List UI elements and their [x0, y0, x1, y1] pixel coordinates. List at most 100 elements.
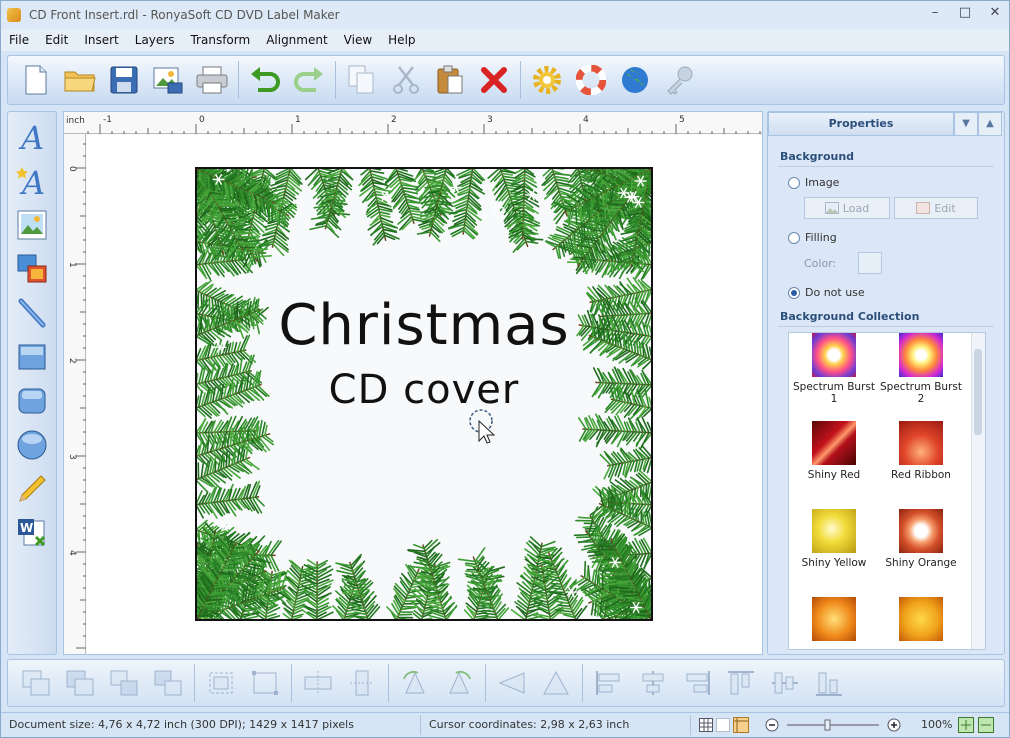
send-back-icon[interactable] — [149, 665, 187, 701]
document-size-status: Document size: 4,76 x 4,72 inch (300 DPI… — [1, 715, 421, 735]
tab-properties[interactable]: Properties — [768, 112, 954, 136]
paste-icon[interactable] — [430, 60, 470, 100]
undo-icon[interactable] — [245, 60, 285, 100]
radio-filling-row[interactable]: Filling — [788, 231, 837, 244]
key-icon[interactable] — [659, 60, 699, 100]
gallery-scrollbar[interactable] — [971, 333, 985, 649]
zoom-level: 100% — [921, 718, 953, 731]
cd-front-insert-artboard[interactable]: Christmas CD cover — [195, 167, 653, 621]
chevron-down-icon[interactable]: ▼ — [954, 112, 978, 136]
rotate-right-icon[interactable] — [440, 665, 478, 701]
delete-icon[interactable] — [474, 60, 514, 100]
flip-vertical-icon[interactable] — [343, 665, 381, 701]
gallery-scrollbar-thumb[interactable] — [974, 349, 982, 435]
group-icon[interactable] — [17, 665, 55, 701]
rotate-left-icon[interactable] — [396, 665, 434, 701]
menu-file[interactable]: File — [1, 33, 37, 47]
zoom-control — [757, 715, 917, 735]
background-thumb[interactable] — [791, 597, 877, 645]
ruler-label: 2 — [67, 358, 77, 364]
align-bottom-icon[interactable] — [810, 665, 848, 701]
image-tool-icon[interactable] — [14, 206, 50, 244]
rectangle-tool-icon[interactable] — [14, 338, 50, 376]
cd-cover-subtitle-text[interactable]: CD cover — [197, 367, 651, 413]
line-tool-icon[interactable] — [14, 294, 50, 332]
toolbar-separator — [194, 664, 195, 702]
artistic-text-tool-icon[interactable]: A — [14, 162, 50, 200]
word-import-icon[interactable]: W — [14, 514, 50, 552]
color-picker[interactable] — [858, 252, 882, 274]
rounded-rectangle-tool-icon[interactable] — [14, 382, 50, 420]
background-thumb[interactable]: Red Ribbon — [878, 421, 964, 481]
align-middle-icon[interactable] — [766, 665, 804, 701]
ungroup-icon[interactable] — [61, 665, 99, 701]
thumb-label: Shiny Red — [807, 469, 861, 481]
menu-alignment[interactable]: Alignment — [258, 33, 335, 47]
menu-layers[interactable]: Layers — [127, 33, 183, 47]
edit-button[interactable]: Edit — [894, 197, 978, 219]
pine-branch — [577, 413, 651, 449]
menu-insert[interactable]: Insert — [76, 33, 126, 47]
ruler-label: -1 — [103, 115, 112, 125]
chevron-up-icon[interactable]: ▲ — [978, 112, 1002, 136]
fit-page-icon[interactable] — [958, 717, 975, 733]
menu-transform[interactable]: Transform — [182, 33, 258, 47]
save-icon[interactable] — [104, 60, 144, 100]
grid-icon[interactable] — [699, 718, 713, 732]
web-globe-icon[interactable] — [615, 60, 655, 100]
flip-horizontal-icon[interactable] — [299, 665, 337, 701]
skew-right-icon[interactable] — [537, 665, 575, 701]
cut-icon[interactable] — [386, 60, 426, 100]
radio-image[interactable] — [788, 176, 800, 189]
close-icon[interactable]: ✕ — [987, 5, 1003, 21]
radio-image-row[interactable]: Image — [788, 176, 839, 189]
settings-gear-icon[interactable] — [527, 60, 567, 100]
background-thumb[interactable]: Shiny Yellow — [791, 509, 877, 569]
menu-edit[interactable]: Edit — [37, 33, 76, 47]
help-lifebuoy-icon[interactable] — [571, 60, 611, 100]
align-left-icon[interactable] — [590, 665, 628, 701]
resize-frame-icon[interactable] — [246, 665, 284, 701]
load-button[interactable]: Load — [804, 197, 890, 219]
zoom-slider[interactable] — [785, 718, 881, 732]
radio-do-not-use[interactable] — [788, 286, 800, 299]
new-document-icon[interactable] — [16, 60, 56, 100]
fit-width-icon[interactable] — [978, 717, 995, 733]
bring-front-icon[interactable] — [105, 665, 143, 701]
background-thumb[interactable] — [878, 597, 964, 645]
background-thumb[interactable]: Spectrum Burst 2 — [878, 333, 964, 405]
background-thumb[interactable]: Spectrum Burst 1 — [791, 333, 877, 405]
copy-icon[interactable] — [342, 60, 382, 100]
skew-left-icon[interactable] — [493, 665, 531, 701]
zoom-out-icon[interactable] — [765, 718, 779, 732]
ruler-toggle-icon[interactable] — [733, 717, 749, 733]
canvas-area[interactable]: Christmas CD cover — [87, 135, 762, 654]
open-folder-icon[interactable] — [60, 60, 100, 100]
print-icon[interactable] — [192, 60, 232, 100]
dotted-grid-icon[interactable] — [716, 718, 730, 732]
redo-icon[interactable] — [289, 60, 329, 100]
menu-view[interactable]: View — [336, 33, 380, 47]
align-center-icon[interactable] — [634, 665, 672, 701]
zoom-in-icon[interactable] — [887, 718, 901, 732]
orange-burst-image — [812, 597, 856, 641]
christmas-title-text[interactable]: Christmas — [197, 293, 651, 358]
export-image-icon[interactable] — [148, 60, 188, 100]
pencil-tool-icon[interactable] — [14, 470, 50, 508]
fit-frame-icon[interactable] — [202, 665, 240, 701]
maximize-icon[interactable]: □ — [957, 5, 973, 21]
minimize-icon[interactable]: – — [927, 5, 943, 21]
ruler-label: 3 — [67, 454, 77, 460]
background-thumb[interactable]: Shiny Red — [791, 421, 877, 481]
align-right-icon[interactable] — [678, 665, 716, 701]
svg-text:A: A — [18, 120, 44, 154]
ellipse-tool-icon[interactable] — [14, 426, 50, 464]
text-tool-icon[interactable]: A — [14, 118, 50, 156]
align-top-icon[interactable] — [722, 665, 760, 701]
menu-help[interactable]: Help — [380, 33, 423, 47]
background-thumb[interactable]: Shiny Orange — [878, 509, 964, 569]
layers-image-tool-icon[interactable] — [14, 250, 50, 288]
radio-filling[interactable] — [788, 231, 800, 244]
ruler-unit-label: inch — [66, 116, 85, 126]
radio-do-not-use-row[interactable]: Do not use — [788, 286, 865, 299]
